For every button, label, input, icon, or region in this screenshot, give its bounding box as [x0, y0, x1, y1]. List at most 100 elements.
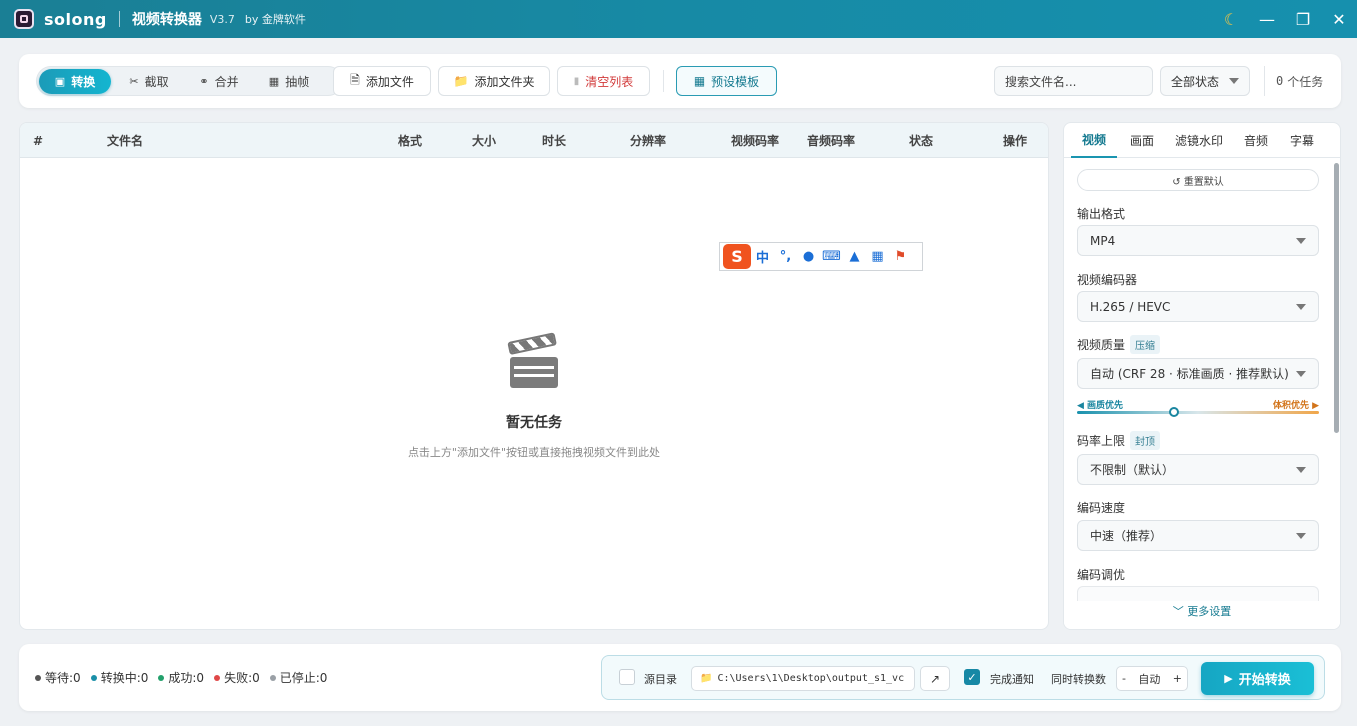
ime-tools-icon[interactable]: ⚑ [889, 249, 912, 264]
toolbar: ▣ 转换 ✂ 截取 ⚭ 合并 ▦ 抽帧 🗎 添加文件 📁 添加文件夹 ▮ 清空列… [19, 54, 1341, 108]
status-filter-select[interactable]: 全部状态 [1160, 66, 1250, 96]
ime-mic-icon[interactable]: ● [797, 249, 820, 264]
link-icon: ⚭ [199, 75, 209, 88]
minimize-button[interactable]: — [1249, 0, 1285, 38]
mode-merge-button[interactable]: ⚭ 合并 [185, 69, 253, 94]
app-version: V3.7 [209, 12, 235, 26]
start-convert-button[interactable]: ▶ 开始转换 [1201, 662, 1314, 695]
clear-list-button[interactable]: ▮ 清空列表 [557, 66, 650, 96]
convert-icon: ▣ [54, 75, 66, 88]
status-dot-icon [35, 674, 41, 681]
source-dir-checkbox[interactable] [619, 669, 635, 685]
preset-button[interactable]: ▦ 预设模板 [676, 66, 777, 96]
folder-icon: 📁 [453, 74, 469, 88]
task-count: 0 个任务 [1264, 66, 1323, 96]
quality-slider-track[interactable] [1077, 411, 1319, 414]
empty-hint: 点击上方"添加文件"按钮或直接拖拽视频文件到此处 [407, 446, 661, 459]
col-video-bitrate: 视频码率 [731, 134, 780, 148]
notify-checkbox[interactable]: ✓ [964, 669, 980, 685]
decrement-button[interactable]: - [1122, 672, 1126, 685]
col-audio-bitrate: 音频码率 [807, 134, 856, 148]
task-count-number: 0 [1276, 74, 1284, 88]
status-filter-value: 全部状态 [1171, 74, 1220, 89]
output-path-field[interactable]: 📁 C:\Users\1\Desktop\output_s1_vc [691, 666, 915, 691]
stat-label: 等待:0 [45, 671, 81, 685]
chevron-down-icon [1229, 78, 1239, 84]
col-format: 格式 [398, 134, 423, 148]
output-format-value: MP4 [1090, 233, 1116, 248]
col-status: 状态 [909, 134, 934, 148]
tab-subtitle[interactable]: 字幕 [1279, 123, 1325, 158]
ime-punct-icon[interactable]: °, [774, 249, 797, 264]
tab-video[interactable]: 视频 [1071, 123, 1117, 158]
stat-item: 失败:0 [214, 669, 260, 686]
toolbar-divider [663, 70, 664, 92]
mode-convert-button[interactable]: ▣ 转换 [39, 69, 111, 94]
status-dot-icon [90, 674, 97, 681]
mode-trim-button[interactable]: ✂ 截取 [115, 69, 183, 94]
settings-scrollbar[interactable] [1334, 163, 1339, 433]
col-resolution: 分辨率 [630, 134, 667, 148]
maximize-button[interactable]: ❐ [1285, 0, 1321, 38]
col-duration: 时长 [542, 134, 567, 148]
tune-label: 编码调优 [1077, 568, 1126, 582]
mode-switcher: ▣ 转换 ✂ 截取 ⚭ 合并 ▦ 抽帧 [36, 66, 343, 96]
quality-slider-thumb[interactable] [1168, 407, 1179, 417]
ime-toolbar[interactable]: S 中 °, ● ⌨ ▲ ▦ ⚑ [719, 242, 923, 271]
settings-panel: 视频 画面 滤镜水印 音频 字幕 ↺ 重置默认 输出格式 MP4 视频编码器 H… [1063, 122, 1341, 630]
tab-filter-watermark[interactable]: 滤镜水印 [1167, 123, 1231, 158]
chevron-down-icon [1296, 370, 1306, 377]
search-input[interactable]: 搜索文件名... [994, 66, 1153, 96]
table-header: # 文件名 格式 大小 时长 分辨率 视频码率 音频码率 状态 操作 [20, 123, 1048, 158]
col-actions: 操作 [1003, 134, 1028, 148]
app-title: 视频转换器 [131, 12, 202, 28]
tab-audio[interactable]: 音频 [1233, 123, 1279, 158]
concurrent-label: 同时转换数 [1051, 672, 1106, 686]
reset-defaults-button[interactable]: ↺ 重置默认 [1077, 169, 1319, 191]
ime-keyboard-icon[interactable]: ⌨ [820, 249, 843, 264]
task-stats: 等待:0 转换中:0 成功:0 失败:0 已停止:0 [35, 644, 337, 711]
ime-lang-toggle[interactable]: 中 [751, 247, 774, 266]
open-folder-button[interactable]: ↗ [920, 666, 950, 691]
app-logo-icon [14, 9, 34, 29]
mode-trim-label: 截取 [144, 75, 169, 89]
speed-label: 编码速度 [1077, 501, 1126, 515]
speed-value: 中速（推荐） [1090, 529, 1163, 543]
bitrate-select[interactable]: 不限制（默认） [1077, 454, 1319, 485]
mode-frames-button[interactable]: ▦ 抽帧 [255, 69, 323, 94]
app-name: solong [44, 9, 107, 29]
grid-icon: ▦ [693, 74, 706, 88]
speed-select[interactable]: 中速（推荐） [1077, 520, 1319, 551]
increment-button[interactable]: + [1173, 672, 1182, 685]
stat-item: 转换中:0 [90, 669, 148, 686]
concurrent-stepper[interactable]: - 自动 + [1116, 666, 1188, 691]
bitrate-value: 不限制（默认） [1090, 463, 1175, 477]
mode-frames-label: 抽帧 [285, 75, 310, 89]
moon-icon[interactable]: ☾ [1213, 0, 1249, 38]
tab-picture[interactable]: 画面 [1119, 123, 1165, 158]
output-format-select[interactable]: MP4 [1077, 225, 1319, 256]
bitrate-tag: 封顶 [1130, 431, 1161, 450]
ime-logo-icon[interactable]: S [723, 244, 751, 269]
trash-icon: ▮ [573, 75, 580, 87]
window-controls: ☾ — ❐ ✕ [1213, 0, 1357, 38]
quality-select[interactable]: 自动 (CRF 28 · 标准画质 · 推荐默认) [1077, 358, 1319, 389]
add-folder-button[interactable]: 📁 添加文件夹 [438, 66, 550, 96]
task-count-unit: 个任务 [1287, 74, 1324, 89]
add-file-button[interactable]: 🗎 添加文件 [333, 66, 431, 96]
file-table: # 文件名 格式 大小 时长 分辨率 视频码率 音频码率 状态 操作 暂无任务 … [19, 122, 1049, 630]
ime-skin-icon[interactable]: ▲ [843, 249, 866, 264]
slider-left-label: ◀ 画质优先 [1077, 401, 1124, 411]
quality-label: 视频质量 [1077, 338, 1126, 352]
output-options: 源目录 📁 C:\Users\1\Desktop\output_s1_vc ↗ … [601, 655, 1325, 700]
chevron-down-icon [1296, 466, 1306, 473]
encoder-select[interactable]: H.265 / HEVC [1077, 291, 1319, 322]
source-dir-label: 源目录 [644, 672, 677, 686]
col-index: # [33, 133, 44, 148]
ime-apps-icon[interactable]: ▦ [866, 249, 889, 264]
clapperboard-icon [507, 332, 560, 390]
more-settings-button[interactable]: ﹀ 更多设置 [1064, 601, 1340, 629]
clear-list-label: 清空列表 [585, 74, 634, 89]
stat-label: 成功:0 [168, 671, 205, 685]
close-button[interactable]: ✕ [1321, 0, 1357, 38]
